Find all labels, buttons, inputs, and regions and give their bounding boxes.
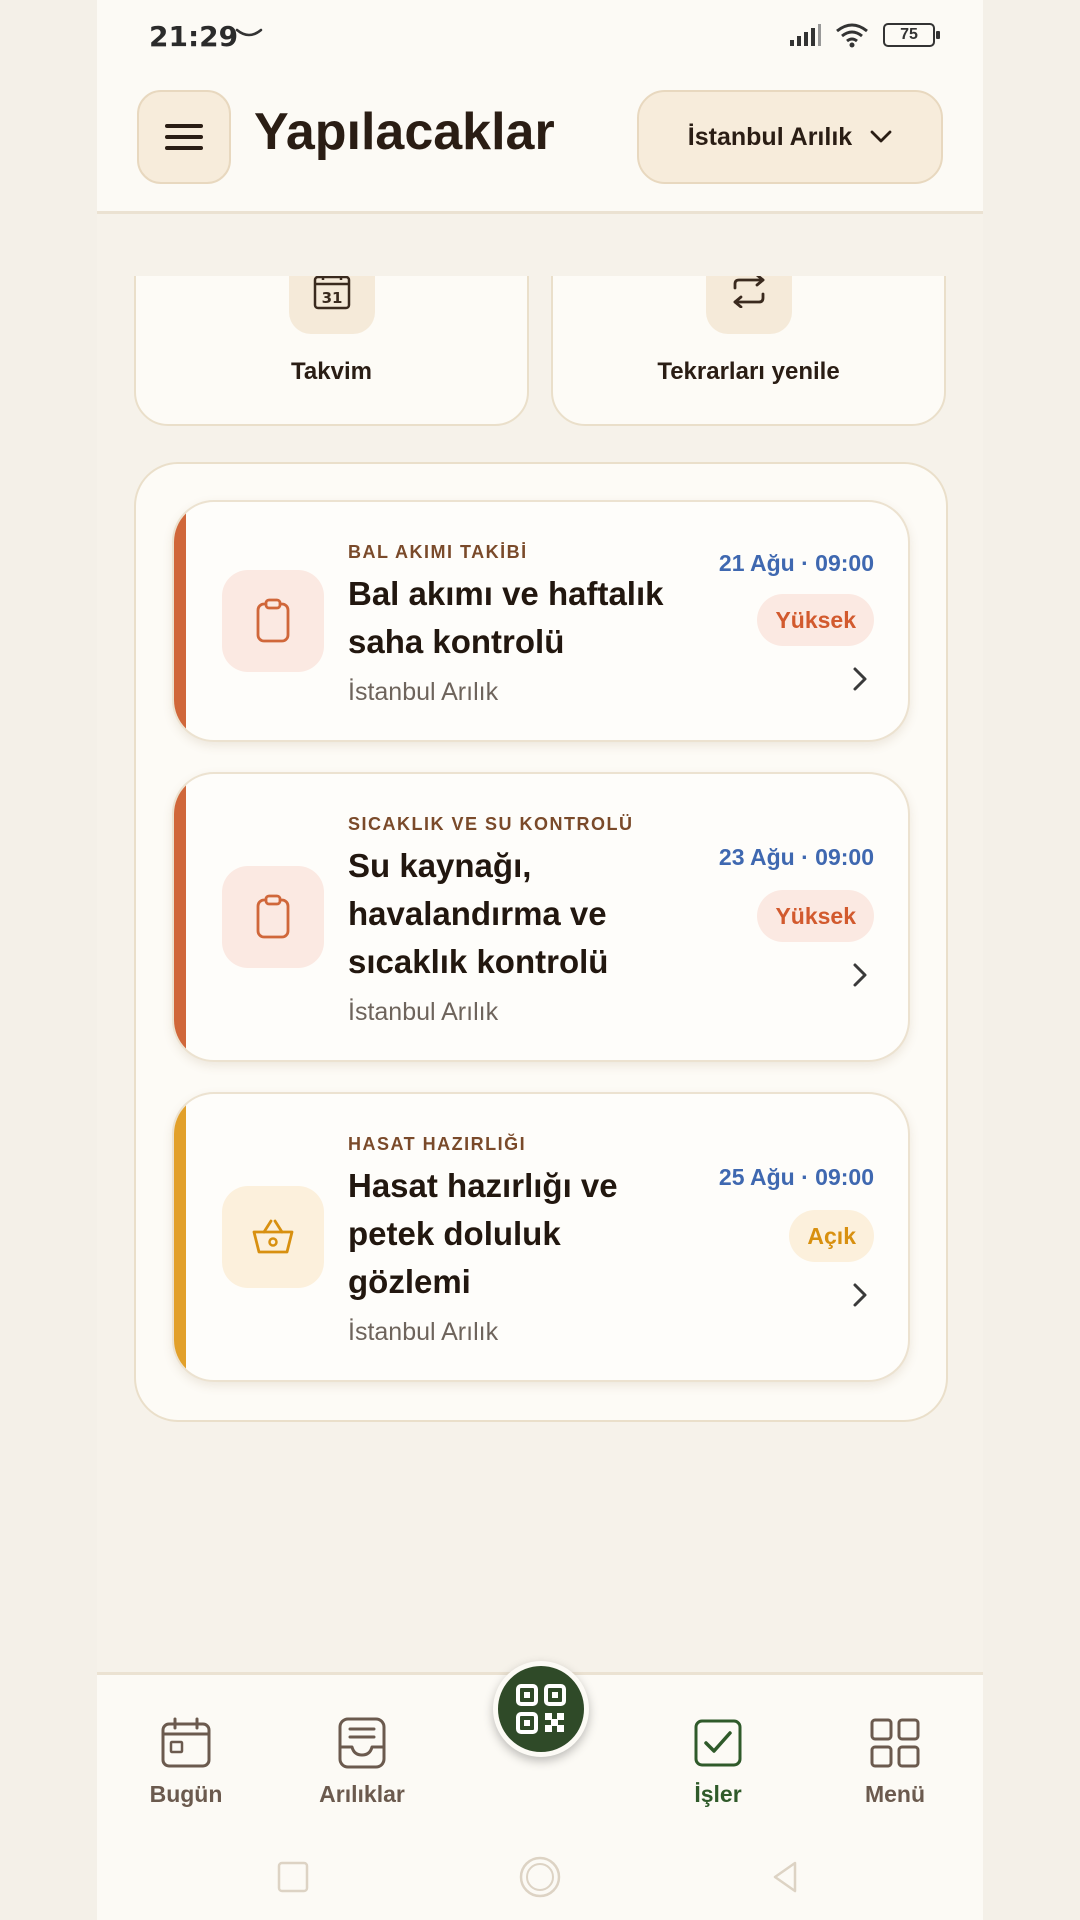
quick-action-label: Tekrarları yenile	[657, 358, 840, 385]
recents-button[interactable]	[277, 1861, 309, 1893]
nav-item-menu[interactable]: Menü	[830, 1713, 960, 1808]
task-title: Hasat hazırlığı ve petek doluluk gözlemi	[348, 1167, 618, 1300]
notification-icon	[235, 28, 263, 37]
quick-action-label: Takvim	[291, 358, 372, 385]
task-date: 21 Ağu · 09:00	[718, 550, 874, 576]
qr-code-icon	[516, 1684, 566, 1734]
status-bar: 21:29 75	[97, 0, 983, 72]
nav-item-label: Menü	[864, 1781, 926, 1807]
nav-item-label: İşler	[694, 1781, 742, 1807]
hamburger-menu-button[interactable]	[137, 90, 231, 184]
repeat-icon	[733, 276, 764, 308]
task-location: İstanbul Arılık	[348, 1318, 499, 1346]
basket-icon	[252, 1219, 294, 1254]
checkbox-icon	[694, 1719, 742, 1767]
hamburger-icon	[165, 124, 203, 150]
chevron-right-icon	[853, 963, 867, 987]
clipboard-icon	[256, 894, 290, 939]
quick-action-calendar[interactable]: 31 Takvim	[134, 276, 529, 426]
status-time: 21:29	[149, 20, 239, 53]
back-button[interactable]	[773, 1861, 797, 1893]
task-accent-bar	[174, 1094, 186, 1380]
task-accent-bar	[174, 502, 186, 740]
bottom-navigation: Bugün Arılıklar İşler Menü	[97, 1661, 983, 1920]
task-card[interactable]: BAL AKIMI TAKİBİ Bal akımı ve haftalık s…	[172, 500, 910, 742]
chevron-right-icon	[853, 1283, 867, 1307]
nav-item-tasks[interactable]: İşler	[653, 1713, 783, 1808]
grid-icon	[870, 1718, 920, 1768]
task-accent-bar	[174, 774, 186, 1060]
signal-icon	[790, 24, 821, 46]
page-title: Yapılacaklar	[254, 103, 555, 161]
task-card[interactable]: SICAKLIK VE SU KONTROLÜ Su kaynağı, hava…	[172, 772, 910, 1062]
task-location: İstanbul Arılık	[348, 998, 499, 1026]
task-category: BAL AKIMI TAKİBİ	[348, 542, 528, 562]
nav-item-apiaries[interactable]: Arılıklar	[297, 1713, 427, 1808]
app-screen: 21:29 75 Yapılacaklar İstanbul Arılık 31…	[97, 0, 983, 1920]
apiary-selector[interactable]: İstanbul Arılık	[637, 90, 943, 184]
system-navigation-bar	[277, 1856, 797, 1898]
nav-item-today[interactable]: Bugün	[121, 1713, 251, 1808]
task-list: BAL AKIMI TAKİBİ Bal akımı ve haftalık s…	[134, 462, 948, 1422]
calendar-today-icon	[161, 1717, 211, 1768]
app-header: Yapılacaklar İstanbul Arılık	[97, 72, 983, 214]
calendar-icon: 31	[313, 276, 350, 310]
priority-badge: Açık	[789, 1210, 874, 1262]
nav-item-label: Arılıklar	[319, 1781, 405, 1807]
quick-actions: 31 Takvim Tekrarları yenile	[97, 276, 983, 428]
task-title: Su kaynağı, havalandırma ve sıcaklık kon…	[348, 847, 609, 980]
nav-item-label: Bugün	[149, 1781, 223, 1807]
task-category: SICAKLIK VE SU KONTROLÜ	[348, 814, 634, 834]
priority-badge: Yüksek	[757, 890, 874, 942]
battery-indicator: 75	[883, 23, 940, 47]
wifi-icon	[836, 23, 868, 48]
task-category: HASAT HAZIRLIĞI	[348, 1134, 527, 1154]
quick-action-refresh-recurrences[interactable]: Tekrarları yenile	[551, 276, 946, 426]
priority-badge: Yüksek	[757, 594, 874, 646]
qr-scan-button[interactable]	[493, 1661, 589, 1757]
task-date: 23 Ağu · 09:00	[718, 844, 874, 870]
task-date: 25 Ağu · 09:00	[718, 1164, 874, 1190]
chevron-down-icon	[870, 130, 892, 143]
task-location: İstanbul Arılık	[348, 678, 499, 706]
clipboard-icon	[256, 598, 290, 643]
task-card[interactable]: HASAT HAZIRLIĞI Hasat hazırlığı ve petek…	[172, 1092, 910, 1382]
chevron-right-icon	[853, 667, 867, 691]
inbox-icon	[338, 1717, 386, 1769]
apiary-selector-label: İstanbul Arılık	[687, 122, 853, 151]
calendar-day: 31	[321, 289, 342, 307]
task-title: Bal akımı ve haftalık saha kontrolü	[348, 575, 664, 660]
